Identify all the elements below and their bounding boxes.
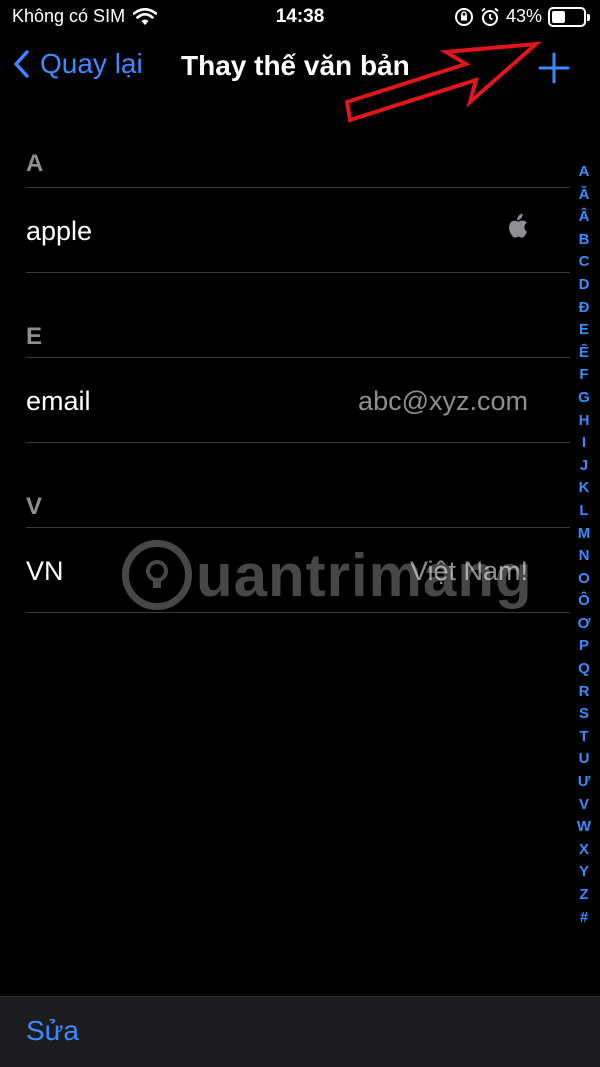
shortcut-phrase: VN [26, 556, 64, 586]
orientation-lock-icon [454, 7, 473, 26]
watermark-text: uantrimang [196, 541, 533, 609]
index-letter[interactable]: T [579, 726, 588, 749]
index-letter[interactable]: P [579, 635, 589, 658]
index-letter[interactable]: Y [579, 861, 589, 884]
status-right: 43% [454, 6, 590, 27]
section-letter: V [26, 493, 43, 520]
index-letter[interactable]: N [579, 545, 590, 568]
section-letter: E [26, 323, 43, 350]
watermark-logo-icon [122, 540, 192, 610]
status-bar: Không có SIM 14:38 43% [0, 0, 600, 34]
index-letter[interactable]: V [579, 794, 589, 817]
text-replacement-list: A apple E email abc@xyz.com V VN Việt Na… [0, 100, 570, 613]
shortcut-phrase: email [26, 386, 91, 416]
add-button[interactable] [532, 46, 576, 90]
chevron-left-icon [14, 50, 29, 78]
bottom-toolbar: Sửa [0, 996, 600, 1067]
battery-icon [548, 6, 590, 27]
index-letter[interactable]: M [578, 523, 591, 546]
index-letter[interactable]: W [577, 816, 591, 839]
index-letter[interactable]: K [579, 477, 590, 500]
index-letter[interactable]: O [578, 568, 590, 591]
shortcut-phrase: apple [26, 216, 93, 246]
index-letter[interactable]: R [579, 681, 590, 704]
index-letter[interactable]: # [580, 907, 588, 930]
index-letter[interactable]: G [578, 387, 590, 410]
index-letter[interactable]: Đ [579, 297, 590, 320]
watermark: uantrimang [122, 540, 533, 610]
section-header-v: V [0, 443, 570, 528]
back-button[interactable]: Quay lại [12, 48, 143, 80]
index-letter[interactable]: I [582, 432, 586, 455]
list-item-email[interactable]: email abc@xyz.com [0, 358, 570, 443]
index-letter[interactable]: F [579, 364, 588, 387]
section-index[interactable]: A Ă Â B C D Đ E Ê F G H I J K L M N O Ô Ơ P Q R S T U Ư V W X Y Z # [573, 161, 595, 929]
replacement-text: abc@xyz.com [358, 386, 528, 416]
index-letter[interactable]: C [579, 251, 590, 274]
navigation-bar: Quay lại Thay thế văn bản [0, 34, 600, 100]
index-letter[interactable]: Ă [579, 184, 590, 207]
index-letter[interactable]: D [579, 274, 590, 297]
index-letter[interactable]: Ô [578, 590, 590, 613]
section-letter: A [26, 150, 44, 177]
section-header-a: A [0, 100, 570, 188]
index-letter[interactable]: H [579, 410, 590, 433]
edit-button[interactable]: Sửa [26, 1015, 79, 1047]
back-label: Quay lại [40, 48, 143, 79]
index-letter[interactable]: J [580, 455, 588, 478]
apple-logo-icon [509, 213, 527, 238]
battery-level [552, 10, 565, 23]
battery-percent: 43% [505, 6, 542, 26]
index-letter[interactable]: Â [579, 206, 590, 229]
index-letter[interactable]: Q [578, 658, 590, 681]
index-letter[interactable]: Ê [579, 342, 589, 365]
index-letter[interactable]: E [579, 319, 589, 342]
index-letter[interactable]: B [579, 229, 590, 252]
index-letter[interactable]: S [579, 703, 589, 726]
index-letter[interactable]: Ư [578, 771, 590, 794]
index-letter[interactable]: Z [579, 884, 588, 907]
page-title: Thay thế văn bản [181, 50, 410, 81]
index-letter[interactable]: X [579, 839, 589, 862]
index-letter[interactable]: L [579, 500, 588, 523]
index-letter[interactable]: A [579, 161, 590, 184]
section-header-e: E [0, 273, 570, 358]
index-letter[interactable]: U [579, 748, 590, 771]
alarm-icon [481, 7, 499, 26]
plus-icon [538, 52, 570, 84]
index-letter[interactable]: Ơ [578, 613, 591, 636]
list-item-apple[interactable]: apple [0, 188, 570, 273]
